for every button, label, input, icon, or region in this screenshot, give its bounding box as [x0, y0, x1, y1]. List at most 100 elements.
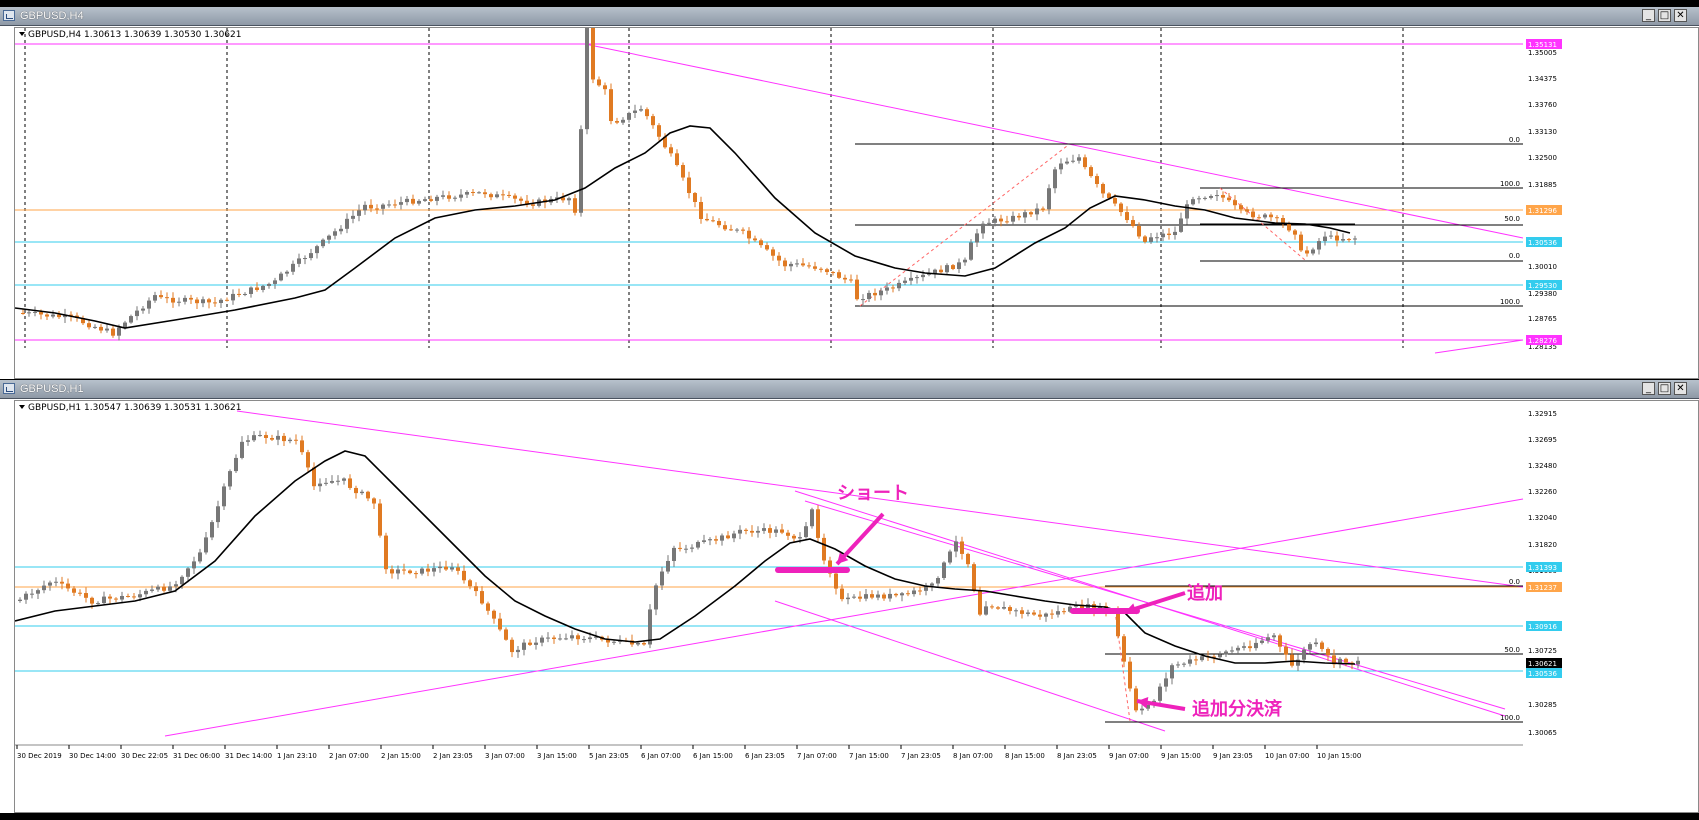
price-axis-label: 1.30285	[1528, 701, 1557, 709]
h1-candle	[90, 597, 94, 604]
dropdown-triangle-icon[interactable]	[19, 32, 25, 36]
h1-candle	[744, 529, 748, 531]
close-button[interactable]: ✕	[1674, 382, 1687, 395]
h1-candle	[354, 487, 358, 494]
h1-candle	[60, 581, 64, 584]
h1-candle	[198, 552, 202, 562]
h4-candle	[1149, 237, 1153, 242]
h1-candle	[162, 586, 166, 591]
h1-candle	[960, 541, 964, 554]
h1-candle	[396, 569, 400, 574]
h1-candle	[420, 568, 424, 574]
h4-candle	[231, 293, 235, 301]
h4-candle	[1215, 195, 1219, 197]
h1-chart-canvas[interactable]: 0.0 50.0 100.0 ショート追加追加分決済 1.32915 1.32695 1.3…	[15, 401, 1698, 812]
h1-candle	[330, 481, 334, 483]
h1-candle	[30, 593, 34, 595]
price-axis-label: 1.32695	[1528, 436, 1557, 444]
h1-candle	[1224, 651, 1228, 655]
h4-candle	[51, 314, 55, 317]
minimize-button[interactable]: _	[1642, 9, 1655, 22]
h1-candle	[480, 591, 484, 604]
h1-candle	[768, 528, 772, 533]
h1-candle	[1170, 665, 1174, 679]
h1-candle	[528, 642, 532, 645]
h4-candle	[1167, 233, 1171, 236]
h4-chart-area[interactable]: 0.0 100.0 50.0 0.0 100.0 1.35005 1.34375 1.3376…	[14, 27, 1699, 379]
h4-candle	[1143, 236, 1147, 242]
h1-candle	[780, 529, 784, 533]
h4-candle	[87, 323, 91, 328]
h4-candle	[489, 194, 493, 198]
h4-candle	[351, 215, 355, 219]
price-axis-label: 1.30010	[1528, 263, 1557, 271]
h4-candle	[189, 297, 193, 300]
maximize-button[interactable]: □	[1658, 9, 1671, 22]
h4-candle	[225, 299, 229, 301]
h1-candle	[1032, 612, 1036, 615]
h4-candle	[303, 258, 307, 260]
h4-candle	[1323, 236, 1327, 242]
minimize-button[interactable]: _	[1642, 382, 1655, 395]
h1-symbol-info: GBPUSD,H1 1.30547 1.30639 1.30531 1.3062…	[19, 403, 241, 414]
h4-chart-window: GBPUSD,H4 _ □ ✕ 0.0 100.0 50.0 0.0 100.0 1.35…	[0, 7, 1699, 379]
h1-candle	[390, 569, 394, 574]
h4-candle	[963, 259, 967, 263]
h4-candle	[465, 192, 469, 195]
time-axis-label: 10 Jan 15:00	[1317, 752, 1361, 760]
h4-candle	[597, 79, 601, 86]
short-entry-marker	[775, 567, 850, 573]
h4-candle	[603, 85, 607, 90]
h4-candle	[1197, 198, 1201, 200]
h4-candle	[285, 271, 289, 274]
price-axis-label: 1.32500	[1528, 154, 1557, 162]
h4-candle	[1083, 157, 1087, 168]
descending-trendline	[584, 43, 1524, 239]
h4-candle	[951, 265, 955, 269]
price-axis-label: 1.34375	[1528, 75, 1557, 83]
time-axis-label: 7 Jan 07:00	[797, 752, 837, 760]
time-axis-label: 3 Jan 15:00	[537, 752, 577, 760]
h4-title-bar[interactable]: GBPUSD,H4 _ □ ✕	[0, 7, 1699, 26]
time-axis-label: 31 Dec 14:00	[225, 752, 272, 760]
h1-candle	[462, 570, 466, 581]
h4-candle	[1173, 231, 1177, 236]
h1-candle	[588, 637, 592, 640]
h1-title-bar[interactable]: GBPUSD,H1 _ □ ✕	[0, 380, 1699, 399]
h1-candle	[516, 649, 520, 653]
h1-candle	[852, 596, 856, 598]
price-axis-label: 1.31885	[1528, 181, 1557, 189]
h4-candle	[1317, 241, 1321, 250]
h4-candle	[831, 272, 835, 274]
h1-candle	[510, 639, 514, 653]
h4-candle	[1119, 203, 1123, 213]
h4-candle	[1305, 250, 1309, 254]
h1-chart-area[interactable]: 0.0 50.0 100.0 ショート 追加 追加分決済 1.32915 1.32695 1.3…	[14, 400, 1699, 813]
fib-level-label: 100.0	[1500, 180, 1520, 188]
h1-left-strip	[0, 399, 14, 813]
h1-candle	[1194, 659, 1198, 661]
h4-candle	[1299, 234, 1303, 251]
h4-chart-canvas[interactable]: 0.0 100.0 50.0 0.0 100.0 1.35005 1.34375 1.3376…	[15, 28, 1698, 378]
h4-candle	[699, 202, 703, 219]
h1-chart-window: GBPUSD,H1 _ □ ✕ 0.0 50.0 100.0 ショート 追加 追加分決済 1…	[0, 380, 1699, 813]
close-button[interactable]: ✕	[1674, 9, 1687, 22]
price-tag: 1.31296	[1528, 207, 1557, 215]
moving-average-line	[15, 450, 1356, 665]
dropdown-triangle-icon[interactable]	[19, 405, 25, 409]
h4-candle	[255, 287, 259, 290]
fib-level-label: 50.0	[1504, 646, 1520, 654]
h1-candle	[972, 564, 976, 591]
h1-candle	[552, 637, 556, 640]
h1-candle	[1188, 659, 1192, 664]
h1-candle	[900, 593, 904, 596]
h4-candle	[399, 202, 403, 205]
maximize-button[interactable]: □	[1658, 382, 1671, 395]
h1-candle	[762, 528, 766, 531]
h4-candle	[267, 283, 271, 286]
h1-candle	[504, 629, 508, 640]
h1-candle	[1008, 607, 1012, 611]
h4-candle	[1035, 208, 1039, 215]
h4-candle	[1311, 249, 1315, 254]
h4-candle	[681, 165, 685, 178]
